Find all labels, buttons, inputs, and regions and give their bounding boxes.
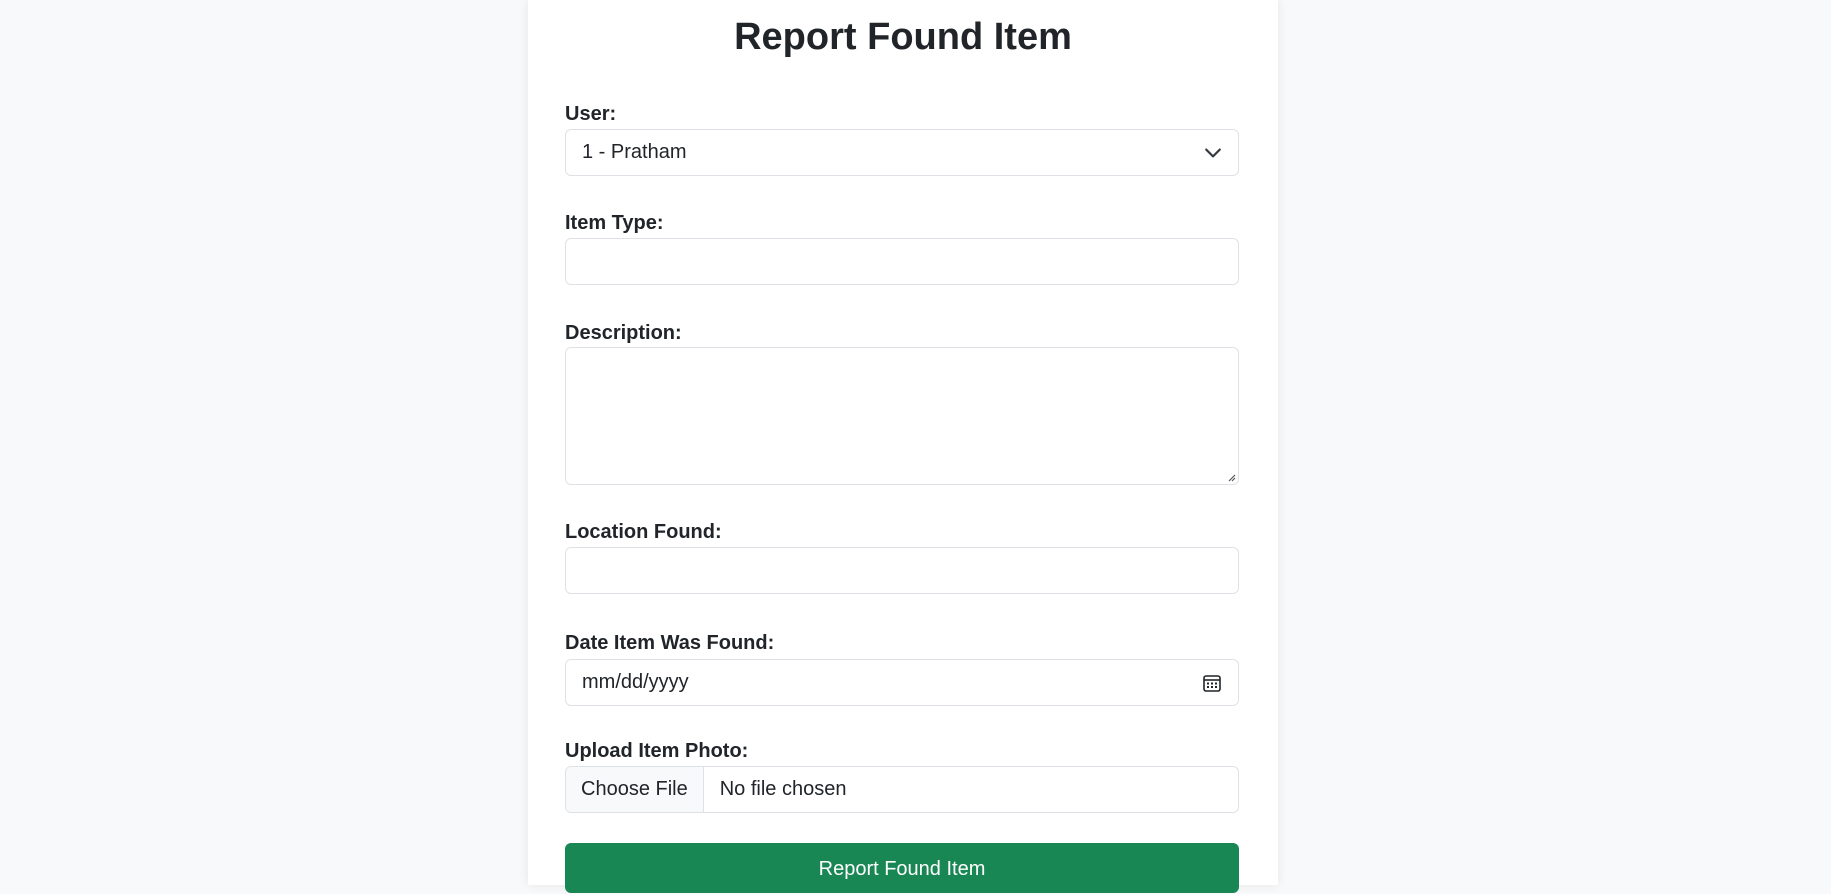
choose-file-button[interactable]: Choose File	[566, 767, 704, 812]
description-label: Description:	[565, 322, 682, 344]
calendar-icon[interactable]	[1202, 673, 1222, 693]
item-type-label: Item Type:	[565, 212, 664, 234]
item-type-input[interactable]	[565, 238, 1239, 285]
chevron-down-icon	[1205, 148, 1221, 158]
user-label: User:	[565, 103, 617, 125]
page-title: Report Found Item	[734, 16, 1072, 58]
user-select-value: 1 - Pratham	[582, 141, 687, 163]
date-placeholder: mm/dd/yyyy	[582, 671, 689, 693]
file-status: No file chosen	[719, 778, 847, 800]
report-found-item-button[interactable]: Report Found Item	[565, 843, 1239, 893]
resize-grip-icon[interactable]	[1226, 472, 1236, 482]
user-select[interactable]: 1 - Pratham	[565, 129, 1239, 176]
location-input[interactable]	[565, 547, 1239, 594]
date-label: Date Item Was Found:	[565, 632, 775, 654]
photo-file-input[interactable]: Choose File No file chosen	[565, 766, 1239, 813]
location-label: Location Found:	[565, 521, 722, 543]
description-textarea[interactable]	[565, 347, 1239, 485]
photo-label: Upload Item Photo:	[565, 740, 749, 762]
report-form-card: Report Found Item User: 1 - Pratham Item…	[528, 0, 1278, 893]
date-input[interactable]: mm/dd/yyyy	[565, 659, 1239, 706]
